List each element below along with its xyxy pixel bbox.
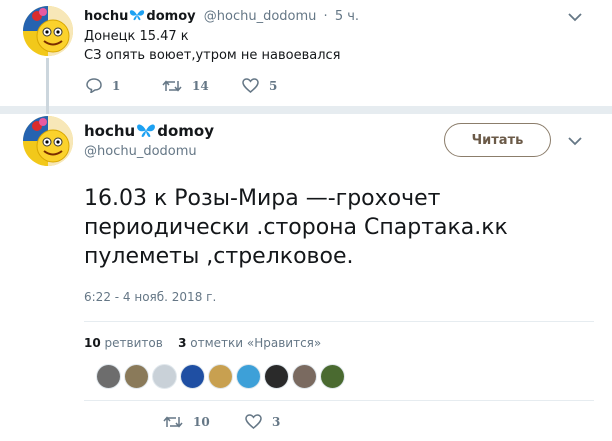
tweet-text: 16.03 к Розы-Мира —-грохочет периодическ…: [84, 186, 508, 269]
reply-button[interactable]: 1: [86, 78, 162, 93]
liker-avatar[interactable]: [264, 364, 289, 389]
tweet-actions: 1 14 5: [86, 78, 277, 93]
retweet-button[interactable]: 10: [163, 414, 245, 429]
retweet-icon: [162, 79, 182, 92]
tweet-text-line1: Донецк 15.47 к: [84, 29, 189, 44]
retweet-count: 14: [192, 78, 209, 93]
tweet-header: hochu domoy @hochu_dodomu · 5 ч.: [84, 9, 359, 24]
tweet-separator: [0, 106, 612, 114]
liker-avatar[interactable]: [152, 364, 177, 389]
retweet-icon: [163, 415, 183, 428]
avatar[interactable]: [23, 6, 73, 56]
tweet-actions: 10 3: [163, 414, 280, 429]
display-name-part2: domoy: [146, 9, 196, 24]
butterfly-icon: [130, 10, 145, 21]
retweet-button[interactable]: 14: [162, 78, 242, 93]
liker-avatars: [96, 364, 348, 389]
smiley-avatar-icon: [23, 6, 73, 56]
like-stat-count: 3: [178, 336, 187, 350]
like-stat-label: отметки «Нравится»: [190, 336, 322, 350]
like-stat[interactable]: 3 отметки «Нравится»: [178, 336, 321, 350]
liker-avatar[interactable]: [96, 364, 121, 389]
liker-avatar[interactable]: [292, 364, 317, 389]
retweet-stat[interactable]: 10 ретвитов: [84, 336, 163, 350]
follow-button[interactable]: Читать: [444, 123, 551, 157]
liker-avatar[interactable]: [180, 364, 205, 389]
tweet-text-line2: СЗ опять воюет,утром не навоевался: [84, 48, 341, 63]
avatar[interactable]: [23, 116, 73, 166]
butterfly-icon: [137, 124, 156, 137]
divider: [84, 400, 594, 401]
chevron-down-icon[interactable]: [568, 12, 582, 22]
tweet-date[interactable]: 6:22 - 4 нояб. 2018 г.: [84, 290, 216, 304]
like-count: 3: [272, 414, 281, 429]
tweet-stats: 10 ретвитов 3 отметки «Нравится»: [84, 336, 321, 350]
tweet-time[interactable]: 5 ч.: [335, 9, 359, 24]
chevron-down-icon[interactable]: [568, 136, 582, 146]
parent-tweet[interactable]: hochu domoy @hochu_dodomu · 5 ч. Донецк 1…: [0, 0, 612, 106]
smiley-avatar-icon: [23, 116, 73, 166]
retweet-stat-count: 10: [84, 336, 101, 350]
display-name-part1: hochu: [84, 9, 129, 24]
heart-icon: [242, 78, 259, 93]
reply-count: 1: [112, 78, 121, 93]
display-name-part2: domoy: [157, 122, 214, 140]
like-count: 5: [269, 78, 278, 93]
like-button[interactable]: 3: [245, 414, 280, 429]
reply-icon: [86, 78, 102, 93]
liker-avatar[interactable]: [320, 364, 345, 389]
display-name[interactable]: hochu domoy: [84, 122, 214, 140]
user-handle[interactable]: @hochu_dodomu: [204, 9, 317, 24]
liker-avatar[interactable]: [236, 364, 261, 389]
separator-dot: ·: [323, 9, 328, 24]
divider: [84, 321, 594, 322]
thread-connector: [46, 58, 49, 114]
like-button[interactable]: 5: [242, 78, 277, 93]
liker-avatar[interactable]: [124, 364, 149, 389]
liker-avatar[interactable]: [208, 364, 233, 389]
retweet-stat-label: ретвитов: [104, 336, 163, 350]
display-name[interactable]: hochu domoy: [84, 9, 196, 24]
user-handle[interactable]: @hochu_dodomu: [84, 144, 197, 159]
retweet-count: 10: [193, 414, 210, 429]
display-name-part1: hochu: [84, 122, 136, 140]
heart-icon: [245, 414, 262, 429]
